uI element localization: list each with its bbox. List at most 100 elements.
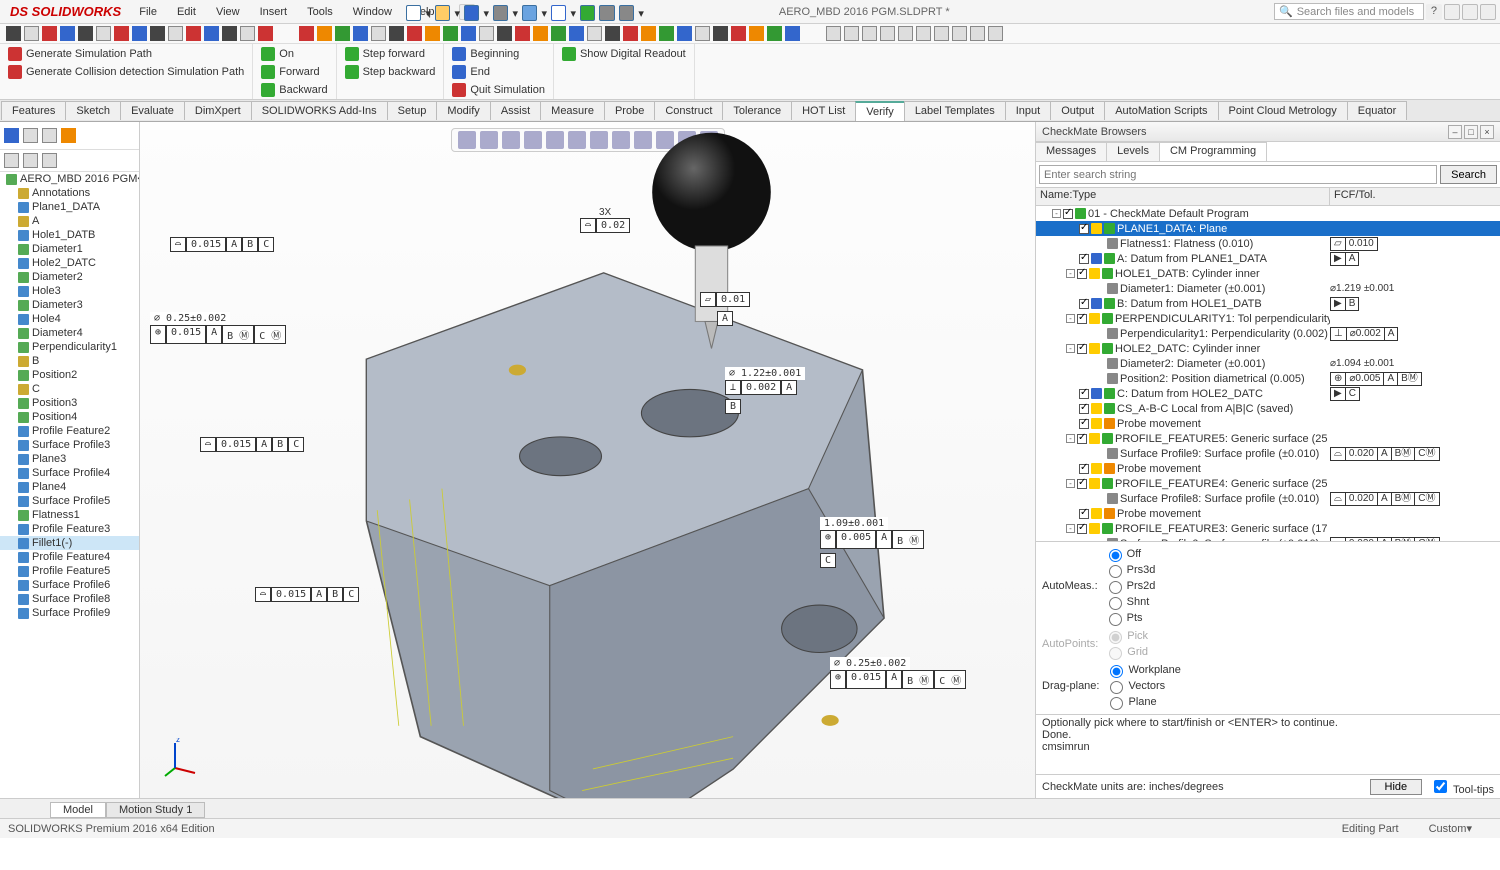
row-checkbox[interactable] bbox=[1063, 209, 1073, 219]
tree-item[interactable]: B bbox=[0, 354, 139, 368]
expand-icon[interactable]: - bbox=[1066, 434, 1075, 443]
strip-icon[interactable] bbox=[587, 26, 602, 41]
radio-pts[interactable]: Pts bbox=[1104, 610, 1156, 626]
tree-item[interactable]: Position4 bbox=[0, 410, 139, 424]
strip-icon[interactable] bbox=[42, 26, 57, 41]
row-checkbox[interactable] bbox=[1079, 419, 1089, 429]
digital-readout-button[interactable]: Show Digital Readout bbox=[560, 46, 688, 62]
expand-icon[interactable]: - bbox=[1066, 479, 1075, 488]
row-checkbox[interactable] bbox=[1077, 524, 1087, 534]
tab-sketch[interactable]: Sketch bbox=[65, 101, 121, 120]
tab-solidworks-add-ins[interactable]: SOLIDWORKS Add-Ins bbox=[251, 101, 388, 120]
tree-tab-icon[interactable] bbox=[42, 128, 57, 143]
tree-item[interactable]: A bbox=[0, 214, 139, 228]
tree-item[interactable]: Diameter4 bbox=[0, 326, 139, 340]
program-row[interactable]: C: Datum from HOLE2_DATC▶C bbox=[1036, 386, 1500, 401]
strip-icon[interactable] bbox=[317, 26, 332, 41]
strip-icon[interactable] bbox=[168, 26, 183, 41]
panel-tab[interactable]: Messages bbox=[1035, 142, 1107, 161]
tab-measure[interactable]: Measure bbox=[540, 101, 605, 120]
strip-icon[interactable] bbox=[461, 26, 476, 41]
menu-tools[interactable]: Tools bbox=[297, 3, 343, 21]
program-row[interactable]: -PROFILE_FEATURE3: Generic surface (17 p… bbox=[1036, 521, 1500, 536]
strip-icon[interactable] bbox=[767, 26, 782, 41]
tree-item[interactable]: Surface Profile8 bbox=[0, 592, 139, 606]
strip-icon[interactable] bbox=[258, 26, 273, 41]
tree-tab-icon[interactable] bbox=[23, 128, 38, 143]
tree-item[interactable]: C bbox=[0, 382, 139, 396]
strip-icon[interactable] bbox=[641, 26, 656, 41]
strip-icon[interactable] bbox=[826, 26, 841, 41]
radio-prs2d[interactable]: Prs2d bbox=[1104, 578, 1156, 594]
panel-close-icon[interactable]: × bbox=[1480, 125, 1494, 139]
tree-item[interactable]: Surface Profile9 bbox=[0, 606, 139, 620]
strip-icon[interactable] bbox=[222, 26, 237, 41]
strip-icon[interactable] bbox=[186, 26, 201, 41]
strip-icon[interactable] bbox=[114, 26, 129, 41]
tree-item[interactable]: Hole1_DATB bbox=[0, 228, 139, 242]
row-checkbox[interactable] bbox=[1079, 299, 1089, 309]
strip-icon[interactable] bbox=[204, 26, 219, 41]
program-row[interactable]: -PROFILE_FEATURE4: Generic surface (25 p… bbox=[1036, 476, 1500, 491]
tree-item[interactable]: Surface Profile6 bbox=[0, 578, 139, 592]
close-icon[interactable] bbox=[1480, 4, 1496, 20]
sim-on-button[interactable]: On bbox=[259, 46, 329, 62]
strip-icon[interactable] bbox=[425, 26, 440, 41]
col-fcf-tol[interactable]: FCF/Tol. bbox=[1330, 188, 1500, 205]
strip-icon[interactable] bbox=[299, 26, 314, 41]
strip-icon[interactable] bbox=[569, 26, 584, 41]
row-checkbox[interactable] bbox=[1077, 479, 1087, 489]
radio-prs3d[interactable]: Prs3d bbox=[1104, 562, 1156, 578]
strip-icon[interactable] bbox=[150, 26, 165, 41]
tree-item[interactable]: Profile Feature4 bbox=[0, 550, 139, 564]
program-row[interactable]: Probe movement bbox=[1036, 416, 1500, 431]
strip-icon[interactable] bbox=[623, 26, 638, 41]
settings-icon[interactable] bbox=[619, 5, 634, 21]
program-row[interactable]: Perpendicularity1: Perpendicularity (0.0… bbox=[1036, 326, 1500, 341]
hide-button[interactable]: Hide bbox=[1370, 779, 1423, 795]
strip-icon[interactable] bbox=[497, 26, 512, 41]
quit-sim-button[interactable]: Quit Simulation bbox=[450, 82, 547, 98]
strip-icon[interactable] bbox=[862, 26, 877, 41]
radio-workplane[interactable]: Workplane bbox=[1105, 662, 1180, 678]
new-doc-icon[interactable] bbox=[406, 5, 421, 21]
row-checkbox[interactable] bbox=[1079, 464, 1089, 474]
row-checkbox[interactable] bbox=[1077, 344, 1087, 354]
program-row[interactable]: Probe movement bbox=[1036, 461, 1500, 476]
search-files-input[interactable]: 🔍 Search files and models bbox=[1274, 3, 1424, 20]
help-icon[interactable]: ? bbox=[1426, 4, 1442, 20]
strip-icon[interactable] bbox=[916, 26, 931, 41]
expand-icon[interactable]: - bbox=[1066, 269, 1075, 278]
tree-item[interactable]: Annotations bbox=[0, 186, 139, 200]
program-row[interactable]: B: Datum from HOLE1_DATB▶B bbox=[1036, 296, 1500, 311]
step-forward-button[interactable]: Step forward bbox=[343, 46, 438, 62]
tab-setup[interactable]: Setup bbox=[387, 101, 438, 120]
gen-collision-button[interactable]: Generate Collision detection Simulation … bbox=[6, 64, 246, 80]
strip-icon[interactable] bbox=[533, 26, 548, 41]
tab-output[interactable]: Output bbox=[1050, 101, 1105, 120]
row-checkbox[interactable] bbox=[1077, 434, 1087, 444]
options-icon[interactable] bbox=[599, 5, 614, 21]
program-row[interactable]: Surface Profile9: Surface profile (±0.01… bbox=[1036, 446, 1500, 461]
program-row[interactable]: -PERPENDICULARITY1: Tol perpendicularity… bbox=[1036, 311, 1500, 326]
strip-icon[interactable] bbox=[551, 26, 566, 41]
strip-icon[interactable] bbox=[880, 26, 895, 41]
display-icon[interactable] bbox=[42, 153, 57, 168]
viewport-3d[interactable]: document.write(Array(12).fill(0).map(()=… bbox=[140, 122, 1035, 798]
sim-backward-button[interactable]: Backward bbox=[259, 82, 329, 98]
strip-icon[interactable] bbox=[749, 26, 764, 41]
tree-item[interactable]: Hole3 bbox=[0, 284, 139, 298]
open-icon[interactable] bbox=[435, 5, 450, 21]
tab-input[interactable]: Input bbox=[1005, 101, 1051, 120]
expand-icon[interactable]: - bbox=[1066, 314, 1075, 323]
tab-evaluate[interactable]: Evaluate bbox=[120, 101, 185, 120]
strip-icon[interactable] bbox=[60, 26, 75, 41]
tab-label-templates[interactable]: Label Templates bbox=[904, 101, 1006, 120]
display-icon[interactable] bbox=[4, 153, 19, 168]
menu-edit[interactable]: Edit bbox=[167, 3, 206, 21]
strip-icon[interactable] bbox=[96, 26, 111, 41]
program-row[interactable]: A: Datum from PLANE1_DATA▶A bbox=[1036, 251, 1500, 266]
tree-item[interactable]: Surface Profile4 bbox=[0, 466, 139, 480]
undo-icon[interactable] bbox=[522, 5, 537, 21]
row-checkbox[interactable] bbox=[1077, 269, 1087, 279]
